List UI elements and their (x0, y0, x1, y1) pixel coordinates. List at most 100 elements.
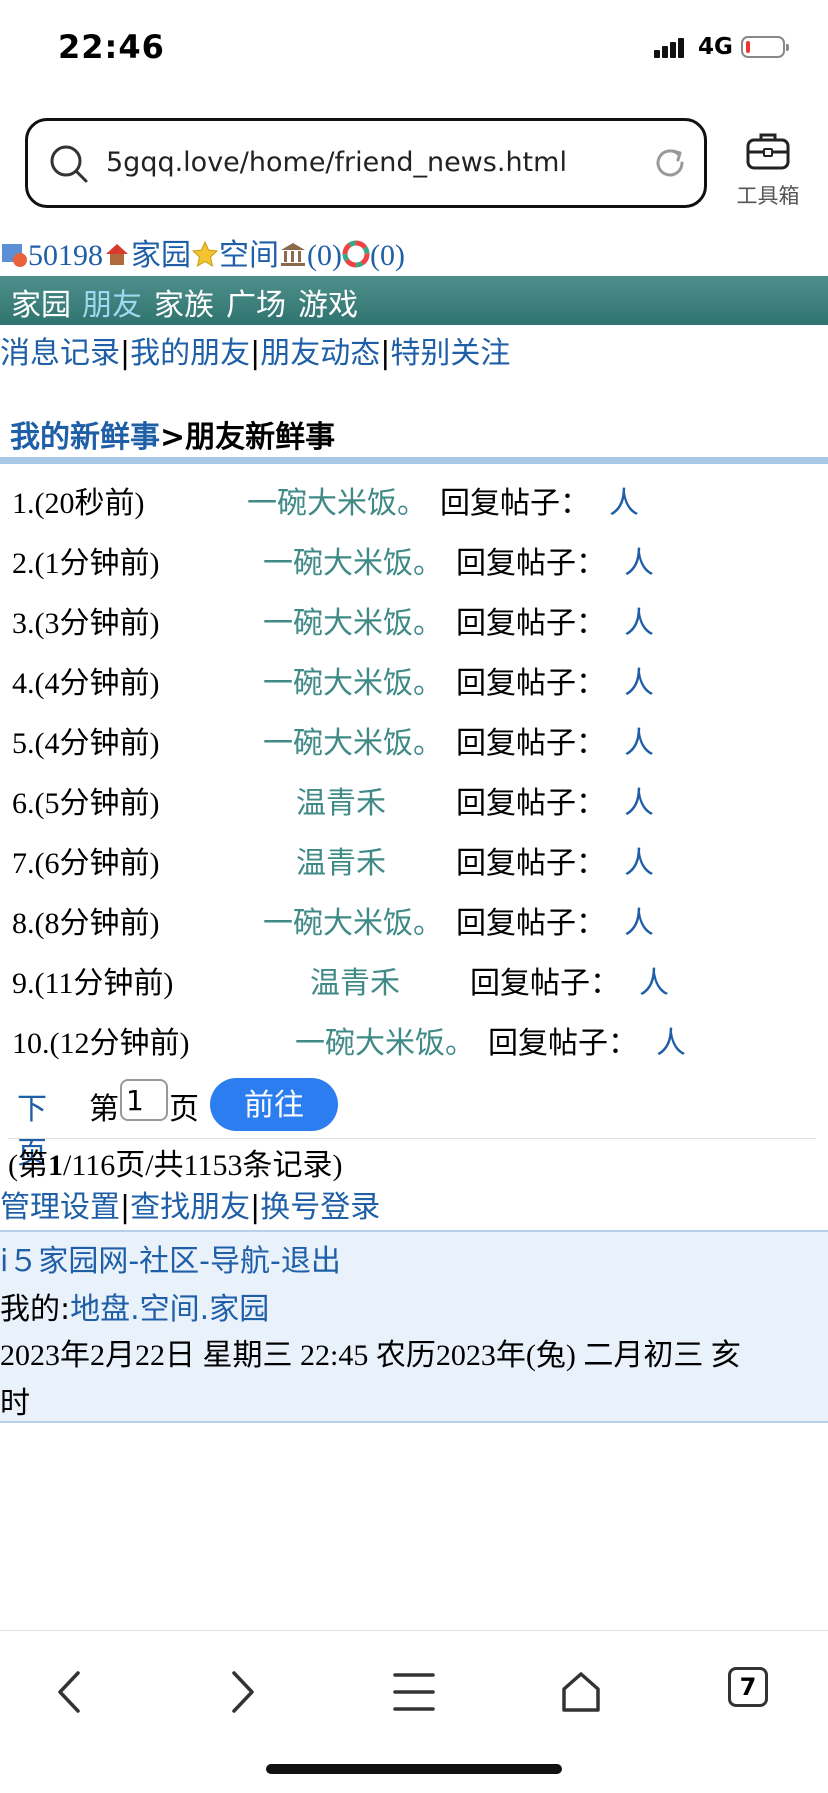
news-target-link[interactable]: 人 (624, 898, 654, 942)
address-bar[interactable]: 5gqq.love/home/friend_news.html (25, 118, 707, 208)
space-link[interactable]: 空间 (219, 239, 279, 272)
footer-datetime: 2023年2月22日 星期三 22:45 农历2023年(兔) 二月初三 亥时 (0, 1339, 741, 1420)
user-avatar-icon (2, 244, 27, 267)
community-link[interactable]: 社区 (139, 1244, 199, 1279)
status-time: 22:46 (58, 28, 165, 66)
home-icon[interactable] (560, 1669, 602, 1715)
reload-icon[interactable] (652, 145, 688, 181)
toolbox-label: 工具箱 (736, 184, 800, 208)
url-text[interactable]: 5gqq.love/home/friend_news.html (106, 147, 567, 178)
news-action: 回复帖子： (456, 546, 606, 581)
user-bar: 50198 家园 空间 (0) (0) (0, 230, 405, 274)
news-target-link[interactable]: 人 (656, 1018, 686, 1062)
news-action: 回复帖子： (440, 486, 590, 521)
news-user-link[interactable]: 一碗大米饭。 (263, 658, 443, 702)
news-user-link[interactable]: 温青禾 (310, 958, 400, 1002)
navigation-link[interactable]: 导航 (210, 1244, 270, 1279)
news-action: 回复帖子： (456, 846, 606, 881)
nav-home[interactable]: 家园 (11, 280, 71, 324)
nav-square[interactable]: 广场 (226, 280, 286, 324)
news-time: 2.(1分钟前) (12, 547, 160, 580)
find-friends-link[interactable]: 查找朋友 (130, 1190, 250, 1225)
logout-link[interactable]: 退出 (281, 1244, 341, 1279)
status-bar: 22:46 4G (0, 0, 828, 100)
news-user-link[interactable]: 一碗大米饭。 (295, 1018, 475, 1062)
news-time: 5.(4分钟前) (12, 727, 160, 760)
news-user-link[interactable]: 一碗大米饭。 (263, 898, 443, 942)
subnav-special-follow[interactable]: 特别关注 (390, 336, 510, 371)
space-footer-link[interactable]: 空间 (140, 1292, 200, 1327)
house-icon (106, 244, 128, 265)
colorwheel-icon (342, 240, 370, 268)
menu-icon[interactable] (392, 1669, 436, 1715)
nav-family[interactable]: 家族 (154, 280, 214, 324)
bank-icon (281, 243, 305, 266)
bank-count-link[interactable]: (0) (307, 239, 342, 272)
site-home-link[interactable]: i５家园网 (0, 1244, 128, 1279)
home-indicator (266, 1764, 562, 1774)
home-link[interactable]: 家园 (131, 239, 191, 272)
network-type: 4G (698, 34, 733, 60)
news-user-link[interactable]: 一碗大米饭。 (263, 718, 443, 762)
news-target-link[interactable]: 人 (624, 838, 654, 882)
news-target-link[interactable]: 人 (639, 958, 669, 1002)
home-footer-link[interactable]: 家园 (209, 1292, 269, 1327)
news-user-link[interactable]: 一碗大米饭。 (247, 478, 427, 522)
news-user-link[interactable]: 温青禾 (296, 778, 386, 822)
toolbox-button[interactable]: 工具箱 (732, 130, 804, 210)
search-icon (50, 145, 88, 183)
go-button[interactable]: 前往 (210, 1078, 338, 1131)
news-target-link[interactable]: 人 (624, 598, 654, 642)
manage-settings-link[interactable]: 管理设置 (0, 1190, 120, 1225)
star-icon (191, 240, 219, 268)
page-prefix: 第 (89, 1092, 119, 1127)
news-target-link[interactable]: 人 (624, 718, 654, 762)
tabs-button[interactable]: 7 (728, 1667, 768, 1707)
manage-links: 管理设置|查找朋友|换号登录 (0, 1190, 381, 1225)
subnav-messages[interactable]: 消息记录 (0, 336, 120, 371)
news-target-link[interactable]: 人 (624, 778, 654, 822)
subnav-friend-activity[interactable]: 朋友动态 (260, 336, 380, 371)
divider (0, 457, 828, 464)
footer-mine: 我的:地盘.空间.家园 (0, 1292, 270, 1327)
news-action: 回复帖子： (456, 606, 606, 641)
breadcrumb-current: 朋友新鲜事 (185, 420, 336, 455)
nav-games[interactable]: 游戏 (298, 280, 358, 324)
news-time: 4.(4分钟前) (12, 667, 160, 700)
news-action: 回复帖子： (470, 966, 620, 1001)
territory-link[interactable]: 地盘 (70, 1292, 130, 1327)
news-time: 7.(6分钟前) (12, 847, 160, 880)
news-user-link[interactable]: 温青禾 (296, 838, 386, 882)
news-time: 6.(5分钟前) (12, 787, 160, 820)
battery-icon (741, 36, 789, 58)
page-suffix: 页 (169, 1092, 199, 1127)
site-footer: i５家园网-社区-导航-退出 我的:地盘.空间.家园 2023年2月22日 星期… (0, 1230, 828, 1423)
subnav-my-friends[interactable]: 我的朋友 (130, 336, 250, 371)
news-target-link[interactable]: 人 (624, 538, 654, 582)
news-target-link[interactable]: 人 (609, 478, 639, 522)
news-action: 回复帖子： (456, 906, 606, 941)
back-icon[interactable] (50, 1669, 90, 1715)
forward-icon[interactable] (222, 1669, 262, 1715)
sub-nav: 消息记录|我的朋友|朋友动态|特别关注 (0, 336, 511, 371)
news-target-link[interactable]: 人 (624, 658, 654, 702)
news-time: 8.(8分钟前) (12, 907, 160, 940)
nav-friends[interactable]: 朋友 (82, 280, 142, 324)
user-id-link[interactable]: 50198 (28, 239, 103, 272)
color-count-link[interactable]: (0) (370, 239, 405, 272)
news-time: 3.(3分钟前) (12, 607, 160, 640)
news-user-link[interactable]: 一碗大米饭。 (263, 538, 443, 582)
divider (8, 1138, 816, 1139)
news-time: 9.(11分钟前) (12, 967, 174, 1000)
briefcase-icon (746, 133, 790, 170)
breadcrumb-parent[interactable]: 我的新鲜事 (10, 420, 160, 455)
news-action: 回复帖子： (488, 1026, 638, 1061)
main-nav: 家园 朋友 家族 广场 游戏 (0, 276, 828, 325)
news-user-link[interactable]: 一碗大米饭。 (263, 598, 443, 642)
breadcrumb: 我的新鲜事>朋友新鲜事 (10, 420, 336, 455)
signal-icon (654, 38, 684, 58)
switch-account-link[interactable]: 换号登录 (260, 1190, 380, 1225)
news-time: 10.(12分钟前) (12, 1027, 190, 1060)
footer-site-links: i５家园网-社区-导航-退出 (0, 1244, 341, 1279)
page-number-input[interactable] (120, 1079, 168, 1121)
